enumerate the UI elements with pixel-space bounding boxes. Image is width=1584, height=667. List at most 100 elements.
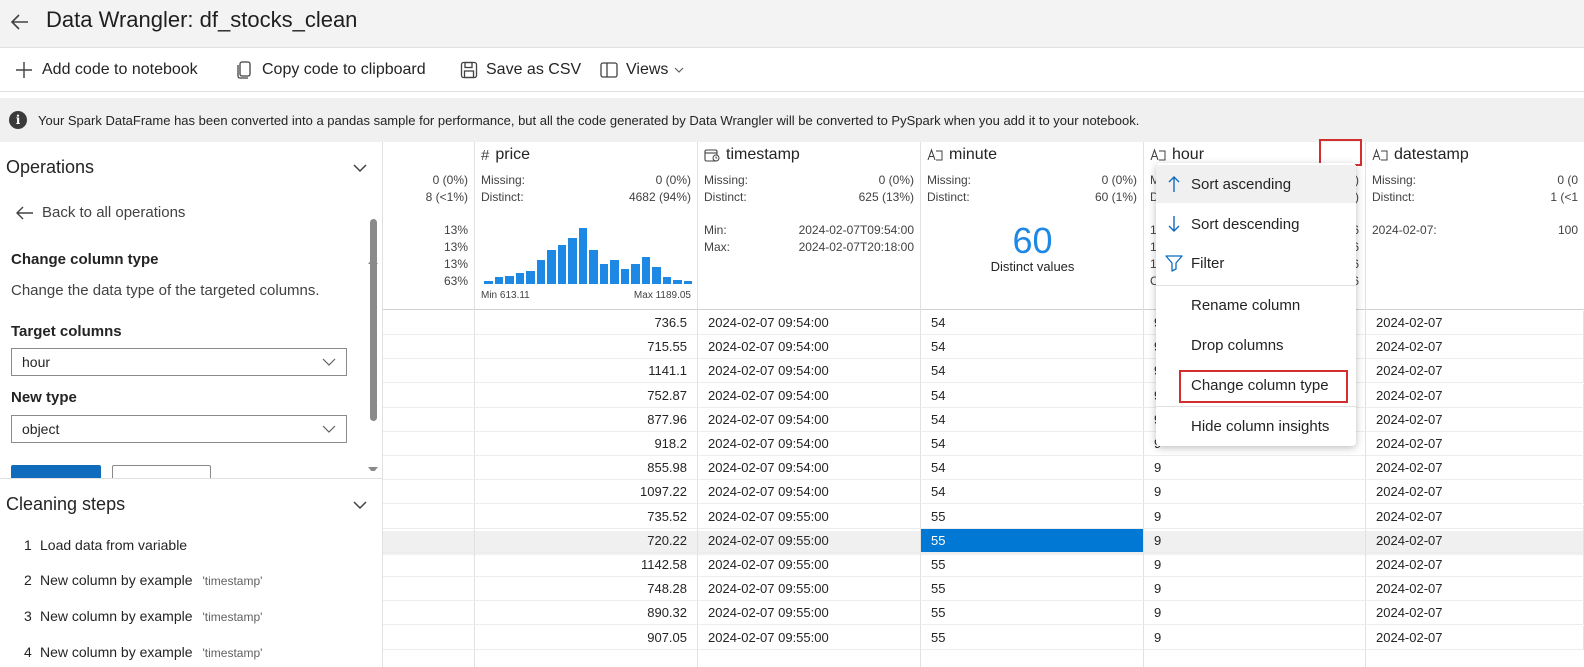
cleaning-step[interactable]: 3 New column by example 'timestamp' bbox=[24, 608, 262, 624]
cell-datestamp[interactable]: 2024-02-07 bbox=[1366, 311, 1584, 335]
discard-button[interactable] bbox=[112, 465, 211, 479]
cell-prev[interactable] bbox=[383, 432, 475, 456]
cell-price[interactable]: 855.98 bbox=[475, 456, 698, 481]
cell-timestamp[interactable]: 2024-02-07 09:54:00 bbox=[698, 456, 921, 481]
price-histogram[interactable] bbox=[483, 228, 693, 284]
menu-rename-column[interactable]: Rename column bbox=[1156, 286, 1356, 324]
column-menu-button[interactable] bbox=[1319, 139, 1362, 166]
menu-filter[interactable]: Filter bbox=[1156, 244, 1356, 282]
cell-minute[interactable]: 54 bbox=[921, 335, 1144, 360]
cell-price[interactable]: 720.22 bbox=[475, 528, 698, 553]
cell-hour[interactable]: 9 bbox=[1144, 553, 1366, 577]
cell-timestamp[interactable]: 2024-02-07 09:54:00 bbox=[698, 383, 921, 408]
menu-drop-columns[interactable]: Drop columns bbox=[1156, 326, 1356, 364]
cell-datestamp[interactable]: 2024-02-07 bbox=[1366, 383, 1584, 408]
cell-price[interactable]: 715.55 bbox=[475, 335, 698, 360]
cell-datestamp[interactable]: 2024-02-07 bbox=[1366, 359, 1584, 384]
cell-prev[interactable] bbox=[383, 311, 475, 335]
cleaning-step[interactable]: 2 New column by example 'timestamp' bbox=[24, 572, 262, 588]
cell-price[interactable]: 736.5 bbox=[475, 311, 698, 335]
cell-timestamp[interactable]: 2024-02-07 09:55:00 bbox=[698, 553, 921, 577]
cell-prev[interactable] bbox=[383, 480, 475, 505]
cell-minute[interactable]: 54 bbox=[921, 456, 1144, 481]
cell-datestamp[interactable]: 2024-02-07 bbox=[1366, 480, 1584, 505]
cell-hour[interactable]: 9 bbox=[1144, 456, 1366, 481]
cell-hour[interactable]: 9 bbox=[1144, 577, 1366, 602]
cell-price[interactable]: 918.2 bbox=[475, 432, 698, 456]
scrollbar-thumb[interactable] bbox=[370, 219, 377, 421]
cell-timestamp[interactable]: 2024-02-07 09:54:00 bbox=[698, 335, 921, 360]
cell-minute[interactable]: 55 bbox=[921, 601, 1144, 626]
menu-sort-descending[interactable]: Sort descending bbox=[1156, 205, 1356, 243]
cell-price[interactable]: 735.52 bbox=[475, 504, 698, 529]
cell-prev[interactable] bbox=[383, 528, 475, 553]
cell-minute[interactable]: 55 bbox=[921, 625, 1144, 650]
cell-timestamp[interactable]: 2024-02-07 09:54:00 bbox=[698, 359, 921, 384]
cell-price[interactable]: 1142.58 bbox=[475, 553, 698, 577]
back-arrow-icon[interactable] bbox=[8, 10, 32, 34]
cleaning-step[interactable]: 1 Load data from variable bbox=[24, 537, 187, 553]
cell-timestamp[interactable]: 2024-02-07 09:54:00 bbox=[698, 311, 921, 335]
cell-hour[interactable]: 9 bbox=[1144, 601, 1366, 626]
cell-price[interactable]: 890.32 bbox=[475, 601, 698, 626]
cell-prev[interactable] bbox=[383, 383, 475, 408]
back-to-operations-link[interactable]: Back to all operations bbox=[14, 204, 185, 221]
column-header-minute[interactable]: minute Missing: 0 (0%) Distinct: 60 (1%) 6… bbox=[921, 142, 1143, 310]
cell-minute[interactable]: 54 bbox=[921, 383, 1144, 408]
cell-datestamp[interactable]: 2024-02-07 bbox=[1366, 577, 1584, 602]
cell-datestamp[interactable]: 2024-02-07 bbox=[1366, 625, 1584, 650]
cell-minute[interactable]: 54 bbox=[921, 480, 1144, 505]
column-header-price[interactable]: # price Missing: 0 (0%) Distinct: 4682 (94%… bbox=[475, 142, 697, 310]
cell-timestamp[interactable]: 2024-02-07 09:55:00 bbox=[698, 504, 921, 529]
cell-timestamp[interactable]: 2024-02-07 09:54:00 bbox=[698, 480, 921, 505]
copy-code-button[interactable]: Copy code to clipboard bbox=[236, 48, 426, 92]
new-type-select[interactable]: object bbox=[11, 415, 347, 443]
cell-prev[interactable] bbox=[383, 335, 475, 360]
cell-prev[interactable] bbox=[383, 407, 475, 432]
cell-datestamp[interactable]: 2024-02-07 bbox=[1366, 528, 1584, 553]
cell-datestamp[interactable]: 2024-02-07 bbox=[1366, 601, 1584, 626]
cell-prev[interactable] bbox=[383, 504, 475, 529]
column-header-timestamp[interactable]: timestamp Missing: 0 (0%) Distinct: 625 (1… bbox=[698, 142, 920, 310]
cell-datestamp[interactable]: 2024-02-07 bbox=[1366, 432, 1584, 456]
save-csv-button[interactable]: Save as CSV bbox=[460, 48, 581, 92]
cell-minute[interactable]: 55 bbox=[921, 504, 1144, 529]
cell-prev[interactable] bbox=[383, 456, 475, 481]
target-columns-select[interactable]: hour bbox=[11, 348, 347, 376]
cell-hour[interactable]: 9 bbox=[1144, 504, 1366, 529]
cell-minute[interactable]: 55 bbox=[921, 577, 1144, 602]
cell-price[interactable]: 752.87 bbox=[475, 383, 698, 408]
cell-timestamp[interactable]: 2024-02-07 09:54:00 bbox=[698, 407, 921, 432]
cell-timestamp[interactable]: 2024-02-07 09:55:00 bbox=[698, 528, 921, 553]
cell-datestamp[interactable]: 2024-02-07 bbox=[1366, 553, 1584, 577]
cell-datestamp[interactable]: 2024-02-07 bbox=[1366, 407, 1584, 432]
cell-hour[interactable]: 9 bbox=[1144, 480, 1366, 505]
cell-price[interactable]: 1141.1 bbox=[475, 359, 698, 384]
menu-hide-column-insights[interactable]: Hide column insights bbox=[1156, 407, 1356, 445]
cleaning-step[interactable]: 4 New column by example 'timestamp' bbox=[24, 644, 262, 660]
cell-minute-selected[interactable]: 55 bbox=[921, 528, 1144, 553]
cell-minute[interactable]: 55 bbox=[921, 553, 1144, 577]
cell-minute[interactable]: 54 bbox=[921, 407, 1144, 432]
cell-datestamp[interactable]: 2024-02-07 bbox=[1366, 456, 1584, 481]
cell-hour[interactable]: 9 bbox=[1144, 625, 1366, 650]
cell-prev[interactable] bbox=[383, 359, 475, 384]
chevron-down-icon[interactable] bbox=[352, 160, 368, 176]
cell-prev[interactable] bbox=[383, 577, 475, 602]
cell-timestamp[interactable]: 2024-02-07 09:55:00 bbox=[698, 625, 921, 650]
cell-timestamp[interactable]: 2024-02-07 09:54:00 bbox=[698, 432, 921, 456]
column-header-prev[interactable]: 0 (0%) 8 (<1%) 13% 13% 13% 63% bbox=[383, 142, 474, 310]
chevron-down-icon[interactable] bbox=[352, 497, 368, 513]
cell-prev[interactable] bbox=[383, 625, 475, 650]
cell-price[interactable]: 907.05 bbox=[475, 625, 698, 650]
cell-datestamp[interactable]: 2024-02-07 bbox=[1366, 335, 1584, 360]
cell-minute[interactable]: 54 bbox=[921, 432, 1144, 456]
cell-minute[interactable]: 54 bbox=[921, 311, 1144, 335]
cell-price[interactable]: 1097.22 bbox=[475, 480, 698, 505]
cell-price[interactable]: 748.28 bbox=[475, 577, 698, 602]
cell-hour[interactable]: 9 bbox=[1144, 528, 1366, 553]
cell-timestamp[interactable]: 2024-02-07 09:55:00 bbox=[698, 601, 921, 626]
views-dropdown[interactable]: Views bbox=[600, 48, 684, 92]
add-code-button[interactable]: Add code to notebook bbox=[14, 48, 198, 92]
cell-prev[interactable] bbox=[383, 553, 475, 577]
